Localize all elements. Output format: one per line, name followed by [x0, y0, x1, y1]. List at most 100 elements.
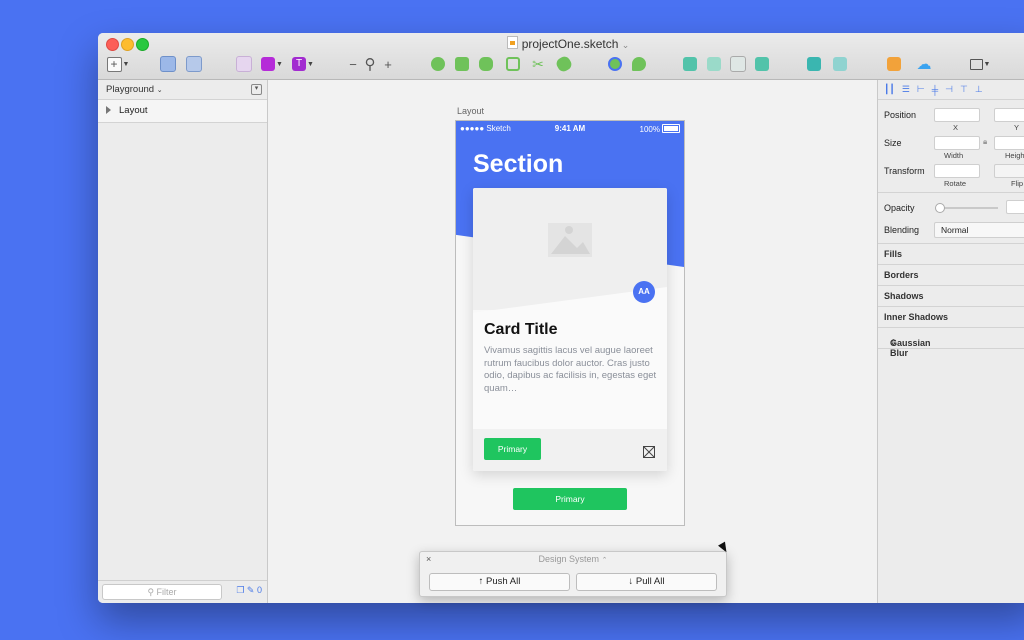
artboard-name[interactable]: Layout: [457, 106, 484, 116]
align-left-icon[interactable]: ⊢: [917, 84, 925, 95]
fills-section[interactable]: Fills: [878, 243, 1024, 264]
view-icon: [969, 58, 983, 70]
caret-down-icon: ▼: [307, 60, 314, 68]
ungroup-icon: [186, 56, 202, 72]
zoom-out-button[interactable]: −: [348, 55, 358, 73]
blending-select[interactable]: Normal: [934, 222, 1024, 238]
gaussian-blur-section[interactable]: Gaussian Blur ⇕: [878, 327, 1024, 358]
opacity-field[interactable]: [1006, 200, 1024, 214]
card-description: Vivamus sagittis lacus vel augue laoreet…: [484, 345, 657, 395]
card-primary-button[interactable]: Primary: [484, 438, 541, 460]
flatten-button[interactable]: [505, 55, 521, 73]
text-style-icon: T: [292, 57, 307, 71]
group-button[interactable]: [160, 55, 176, 73]
section-title: Section: [473, 150, 564, 178]
magnifier-icon: ⚲: [364, 56, 376, 73]
opacity-label: Opacity: [884, 203, 915, 213]
difference-button[interactable]: [754, 55, 770, 73]
opacity-slider-knob[interactable]: [935, 203, 945, 213]
pencil-icon[interactable]: ✎: [247, 585, 255, 595]
combine-button[interactable]: [631, 55, 647, 73]
disclosure-triangle-icon[interactable]: [106, 106, 111, 114]
rotate-label: Rotate: [944, 179, 967, 188]
subtract-button[interactable]: [706, 55, 722, 73]
align-center-icon[interactable]: ╪: [932, 85, 938, 95]
height-field[interactable]: [994, 136, 1024, 150]
mask-button[interactable]: [554, 54, 574, 74]
y-field[interactable]: [994, 108, 1024, 122]
transform-button[interactable]: [454, 55, 470, 73]
ios-status-bar: ●●●●● Sketch 9:41 AM 100%: [456, 123, 684, 135]
caret-down-icon: ▼: [276, 60, 283, 68]
pull-all-button[interactable]: ↓ Pull All: [576, 573, 717, 591]
caret-down-icon: ▼: [983, 60, 991, 68]
dismiss-box-icon[interactable]: [643, 446, 655, 458]
create-symbol-button[interactable]: [236, 55, 252, 73]
design-system-panel: × Design System ⌃ ↑ Push All ↓ Pull All: [419, 551, 727, 597]
intersect-icon: [730, 56, 746, 72]
union-button[interactable]: [682, 55, 698, 73]
title-caret[interactable]: ⌄: [622, 40, 630, 50]
flatten-icon: [506, 57, 520, 71]
push-all-button[interactable]: ↑ Push All: [429, 573, 570, 591]
battery-status: 100%: [640, 124, 680, 134]
combine-icon: [632, 57, 646, 71]
borders-section[interactable]: Borders: [878, 264, 1024, 285]
filter-input[interactable]: ⚲ Filter: [102, 584, 222, 600]
edit-icon: [431, 57, 445, 71]
canvas[interactable]: Layout ●●●●● Sketch 9:41 AM 100% Section: [268, 80, 877, 603]
group-icon: [160, 56, 176, 72]
rotate-icon: [479, 57, 493, 71]
sketch-cloud-button[interactable]: [886, 55, 902, 73]
plus-icon: +: [106, 56, 122, 72]
subtract-icon: [707, 57, 721, 71]
symbol-override-button[interactable]: ▼: [260, 55, 284, 73]
outline-icon: [608, 57, 622, 71]
opacity-slider[interactable]: [938, 207, 998, 209]
shadows-section[interactable]: Shadows: [878, 285, 1024, 306]
width-field[interactable]: [934, 136, 980, 150]
flip-label: Flip: [1011, 179, 1024, 188]
layer-row-layout[interactable]: Layout: [98, 100, 267, 123]
primary-button[interactable]: Primary: [513, 488, 627, 510]
insert-button[interactable]: + ▼: [106, 55, 130, 73]
collapse-pages-button[interactable]: ▾: [251, 84, 262, 95]
sketch-window: projectOne.sketch ⌄ + ▼ ▼ T ▼ − ⚲ + ✂ ☁ ▼: [98, 33, 1024, 603]
caret-down-icon: ▼: [122, 60, 130, 68]
intersect-button[interactable]: [730, 55, 746, 73]
symbols-filter-icon[interactable]: ❐: [236, 585, 244, 595]
align-top-icon[interactable]: ⊤: [960, 84, 968, 95]
card-title: Card Title: [484, 321, 558, 338]
design-system-title[interactable]: Design System ⌃: [420, 554, 726, 564]
edit-button[interactable]: [430, 55, 446, 73]
x-label: X: [953, 123, 959, 132]
alignment-toolbar: ┃┃ ☰ ⊢ ╪ ⊣ ⊤ ⊥: [878, 80, 1024, 100]
scissors-icon[interactable]: ✂: [530, 55, 546, 73]
inner-shadows-section[interactable]: Inner Shadows: [878, 306, 1024, 327]
x-field[interactable]: [934, 108, 980, 122]
cloud-upload-icon[interactable]: ☁: [914, 55, 934, 73]
width-label: Width: [944, 151, 964, 160]
view-button[interactable]: ▼: [968, 55, 992, 73]
size-label: Size: [884, 138, 902, 148]
rotate-button[interactable]: [478, 55, 494, 73]
footer-filters[interactable]: ❐ ✎ 0: [236, 585, 262, 596]
divider: [878, 192, 1024, 193]
forward-button[interactable]: [806, 55, 822, 73]
artboard-layout[interactable]: ●●●●● Sketch 9:41 AM 100% Section AA Car…: [455, 120, 685, 526]
current-page-dropdown[interactable]: Playground ⌄: [106, 84, 163, 95]
outline-button[interactable]: [607, 55, 623, 73]
zoom-in-button[interactable]: +: [383, 55, 393, 73]
distribute-horizontal-icon[interactable]: ┃┃: [884, 84, 895, 95]
align-right-icon[interactable]: ⊣: [945, 84, 953, 95]
symbol-refresh-icon: [261, 57, 276, 71]
rotate-field[interactable]: [934, 164, 980, 178]
flip-control[interactable]: [994, 164, 1024, 178]
updown-chevron-icon[interactable]: ⇕: [890, 338, 897, 347]
text-styles-button[interactable]: T ▼: [291, 55, 315, 73]
backward-button[interactable]: [832, 55, 848, 73]
lock-icon[interactable]: 🔒︎: [983, 137, 987, 147]
align-middle-icon[interactable]: ⊥: [975, 84, 983, 95]
distribute-vertical-icon[interactable]: ☰: [902, 84, 910, 95]
ungroup-button[interactable]: [184, 55, 204, 73]
